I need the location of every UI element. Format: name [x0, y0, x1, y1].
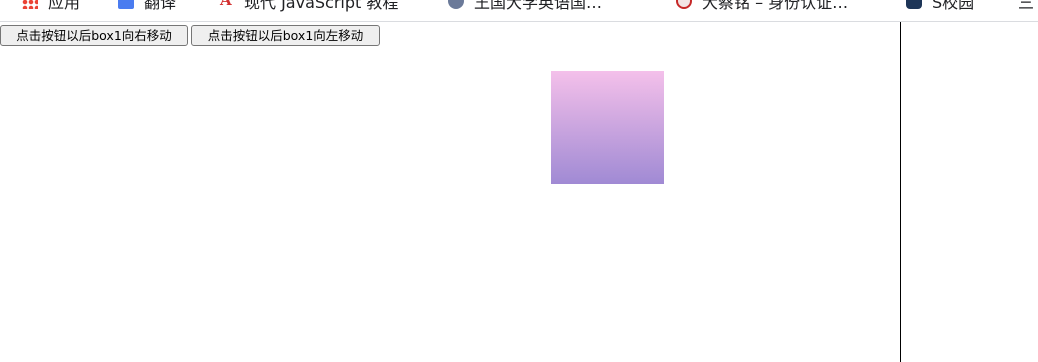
bookmark-apps[interactable]: 应用 [22, 0, 80, 12]
bookmarks-bar: 应用 翻译 现代 JavaScript 教程 王国大学英语国… 大蔡铭 – 身份… [0, 0, 1038, 22]
move-box-right-button[interactable]: 点击按钮以后box1向右移动 [0, 25, 188, 46]
bookmark-label: S校园 [932, 0, 975, 12]
page-content: 点击按钮以后box1向右移动 点击按钮以后box1向左移动 [0, 22, 900, 362]
bookmark-label: 应用 [48, 0, 81, 12]
bookmark-translate[interactable]: 翻译 [118, 0, 176, 12]
university-icon [448, 0, 464, 9]
apps-grid-icon [22, 0, 38, 9]
bookmark-label: 三 [1018, 0, 1035, 12]
bookmark-more[interactable]: 三 [1018, 0, 1034, 12]
bookmark-label: 翻译 [144, 0, 177, 12]
bookmark-label: 王国大学英语国… [474, 0, 603, 12]
move-box-left-button[interactable]: 点击按钮以后box1向左移动 [191, 25, 380, 46]
bookmark-label: 大蔡铭 – 身份认证… [702, 0, 849, 12]
bookmark-label: 现代 JavaScript 教程 [244, 0, 399, 12]
identity-icon [676, 0, 692, 9]
javascript-tutorial-icon [218, 0, 234, 9]
bookmark-javascript-tutorial[interactable]: 现代 JavaScript 教程 [218, 0, 398, 12]
s-campus-icon [906, 0, 922, 9]
translate-icon [118, 0, 134, 9]
box1 [551, 71, 664, 184]
vertical-divider [900, 22, 901, 362]
bookmark-s-campus[interactable]: S校园 [906, 0, 974, 12]
bookmark-university[interactable]: 王国大学英语国… [448, 0, 602, 12]
bookmark-identity[interactable]: 大蔡铭 – 身份认证… [676, 0, 848, 12]
